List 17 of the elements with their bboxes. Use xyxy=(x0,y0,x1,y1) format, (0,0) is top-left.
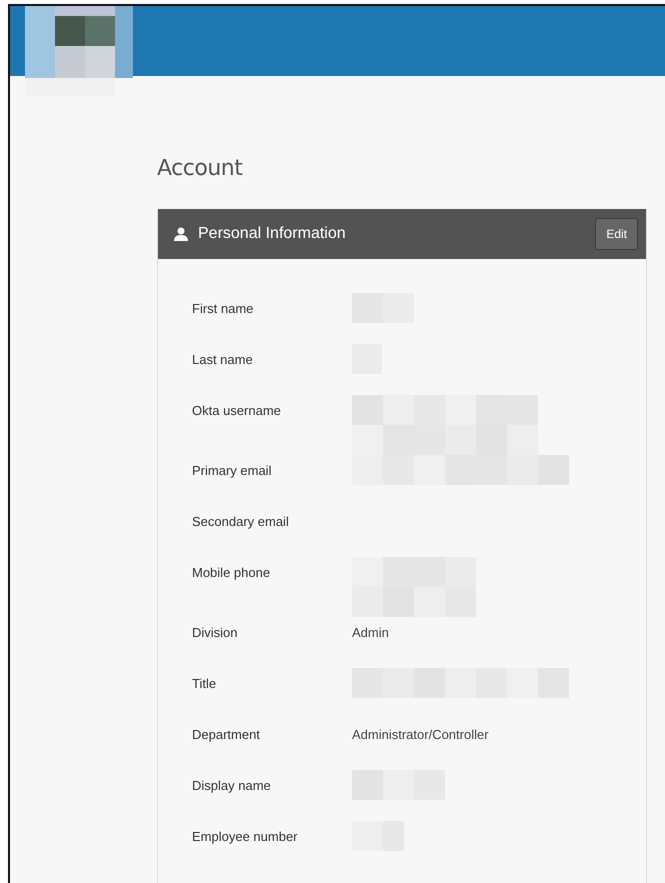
page-title: Account xyxy=(157,156,242,181)
field-label: Division xyxy=(192,624,239,640)
field-label: Title xyxy=(192,675,218,691)
field-value: Administrator/Controller xyxy=(352,726,489,742)
user-icon xyxy=(174,227,188,241)
field-label: Primary email xyxy=(192,462,272,478)
field-label: Display name xyxy=(192,777,272,793)
field-label: Secondary email xyxy=(192,513,290,529)
field-label: Okta username xyxy=(192,402,282,418)
field-value: Admin xyxy=(352,624,389,640)
panel-title: Personal Information xyxy=(198,225,347,243)
field-label: Last name xyxy=(192,351,254,367)
edit-button[interactable]: Edit xyxy=(595,218,638,250)
field-label: Employee number xyxy=(192,828,298,844)
field-label: First name xyxy=(192,300,254,316)
field-label: Mobile phone xyxy=(192,564,272,580)
field-label: Department xyxy=(192,726,261,742)
